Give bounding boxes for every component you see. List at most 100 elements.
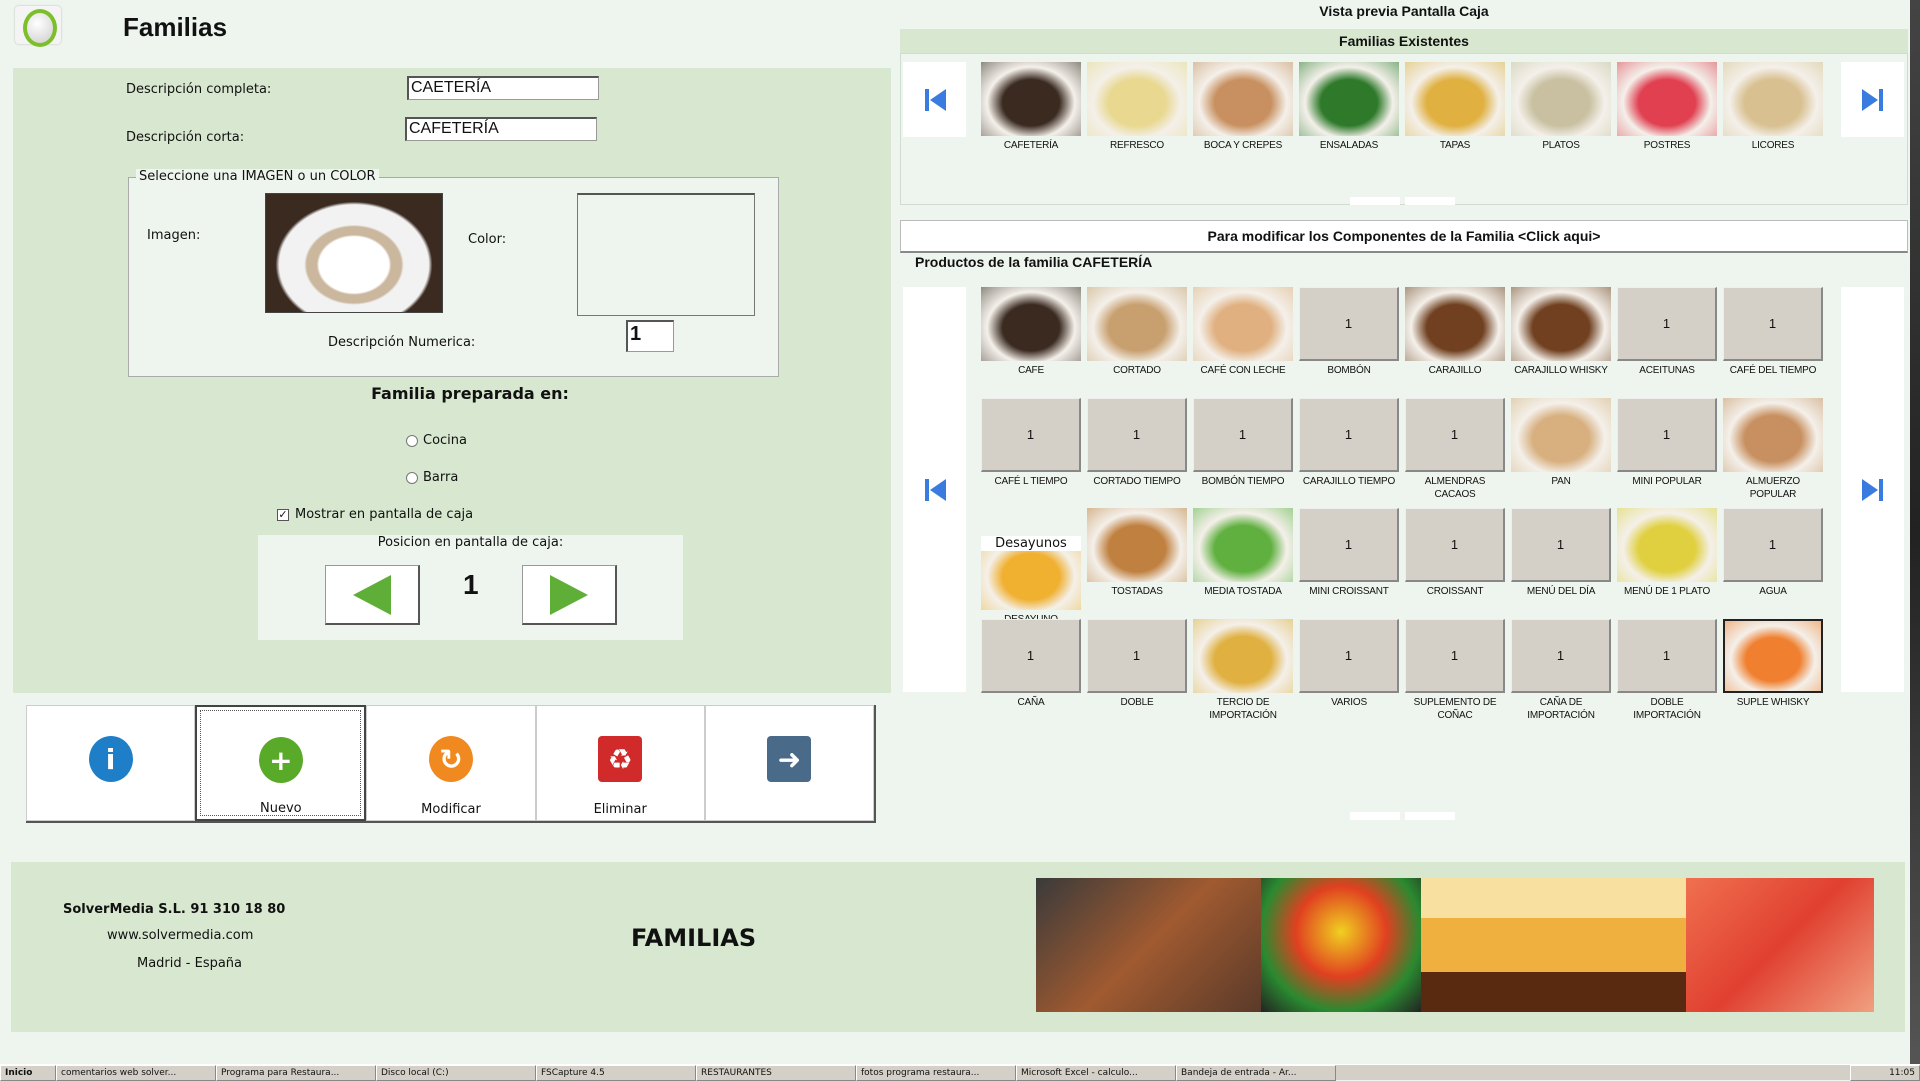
skip-last-icon <box>1861 478 1884 501</box>
producto-tile[interactable]: CAFÉ CON LECHE <box>1193 287 1293 377</box>
familias-next-button[interactable] <box>1841 62 1904 137</box>
eliminar-button[interactable]: ♻ Eliminar <box>535 705 705 821</box>
familias-prev-button[interactable] <box>903 62 966 137</box>
taskbar-item[interactable]: Microsoft Excel - calculo... <box>1016 1065 1176 1081</box>
producto-tile[interactable]: 1 MENÚ DEL DÍA <box>1511 508 1611 598</box>
radio-cocina[interactable]: Cocina <box>406 433 467 448</box>
producto-tile[interactable]: 1 ACEITUNAS <box>1617 287 1717 377</box>
tile-number: 1 <box>1344 426 1353 442</box>
info-button[interactable]: i <box>26 705 196 821</box>
producto-tile[interactable]: 1 CAÑA <box>981 618 1081 709</box>
pager-indicator[interactable] <box>1350 197 1400 205</box>
tile-number: 1 <box>1768 537 1777 552</box>
taskbar-item[interactable]: comentarios web solver... <box>56 1065 216 1081</box>
familia-tile[interactable]: BOCA Y CREPES <box>1193 62 1293 152</box>
exit-button[interactable]: ➜ <box>704 705 875 821</box>
producto-tile[interactable]: 1 CARAJILLO TIEMPO <box>1299 397 1399 488</box>
taskbar-item[interactable]: Programa para Restaura... <box>216 1065 376 1081</box>
tile-label: BOCA Y CREPES <box>1203 140 1283 151</box>
taskbar-item[interactable]: fotos programa restaura... <box>856 1065 1016 1081</box>
taskbar-item[interactable]: RESTAURANTES <box>696 1065 856 1081</box>
family-color-picker[interactable] <box>577 193 755 316</box>
taskbar-item[interactable]: FSCapture 4.5 <box>536 1065 696 1081</box>
mostrar-checkbox[interactable]: ✓ Mostrar en pantalla de caja <box>277 507 473 522</box>
position-left-button[interactable] <box>325 565 420 625</box>
producto-tile[interactable]: 1 DOBLE IMPORTACIÓN <box>1617 618 1717 722</box>
familia-tile[interactable]: TAPAS <box>1405 62 1505 152</box>
producto-tile[interactable]: 1 AGUA <box>1723 508 1823 598</box>
tile-label: BOMBÓN TIEMPO <box>1201 475 1285 487</box>
info-icon: i <box>88 736 133 782</box>
tile-placeholder: 1 <box>1617 397 1717 472</box>
producto-tile[interactable]: 1 VARIOS <box>1299 618 1399 709</box>
tile-placeholder: 1 <box>1405 618 1505 693</box>
producto-tile[interactable]: 1 CAFÉ L TIEMPO <box>981 397 1081 488</box>
producto-tile[interactable]: CARAJILLO <box>1405 287 1505 377</box>
tile-number: 1 <box>1450 537 1459 552</box>
producto-tile[interactable]: ALMUERZO POPULAR <box>1723 397 1823 501</box>
radio-circle[interactable] <box>406 434 418 447</box>
producto-tile[interactable]: 1 MINI POPULAR <box>1617 397 1717 488</box>
nuevo-button[interactable]: + Nuevo <box>195 705 367 821</box>
radio-circle[interactable] <box>406 471 418 484</box>
familia-tile[interactable]: CAFETERÍA <box>981 62 1081 152</box>
familia-tile[interactable]: PLATOS <box>1511 62 1611 152</box>
tile-image <box>1193 287 1293 361</box>
footer-web-link[interactable]: www.solvermedia.com <box>107 928 253 943</box>
producto-tile[interactable]: 1 BOMBÓN <box>1299 287 1399 377</box>
pager-indicator[interactable] <box>1405 197 1455 205</box>
tile-placeholder: 1 <box>1299 287 1399 361</box>
producto-tile[interactable]: 1 SUPLEMENTO DE COÑAC <box>1405 618 1505 722</box>
tile-label: MINI POPULAR <box>1632 475 1702 487</box>
producto-tile[interactable]: CAFE <box>981 287 1081 377</box>
producto-tile[interactable]: 1 DOBLE <box>1087 618 1187 709</box>
producto-tile[interactable]: SUPLE WHISKY <box>1723 618 1823 709</box>
start-button[interactable]: Inicio <box>0 1065 56 1081</box>
familia-tile[interactable]: LICORES <box>1723 62 1823 152</box>
productos-next-button[interactable] <box>1841 287 1904 692</box>
taskbar-item[interactable]: Bandeja de entrada - Ar... <box>1176 1065 1336 1081</box>
tile-number: 1 <box>1556 537 1565 552</box>
family-image-picker[interactable] <box>265 193 443 313</box>
pager-indicator[interactable] <box>1405 812 1455 820</box>
skip-last-icon <box>1861 88 1884 111</box>
producto-tile[interactable]: CORTADO <box>1087 287 1187 377</box>
trash-icon: ♻ <box>598 736 643 782</box>
producto-tile[interactable]: DesayunosDESAYUNO <box>981 508 1081 626</box>
producto-tile[interactable]: 1 CAÑA DE IMPORTACIÓN <box>1511 618 1611 722</box>
tile-label: ACEITUNAS <box>1639 365 1695 376</box>
producto-tile[interactable]: MEDIA TOSTADA <box>1193 508 1293 598</box>
tile-image <box>1087 508 1187 582</box>
radio-barra[interactable]: Barra <box>406 470 458 485</box>
familia-tile[interactable]: ENSALADAS <box>1299 62 1399 152</box>
producto-tile[interactable]: MENÚ DE 1 PLATO <box>1617 508 1717 598</box>
checkbox-checked-icon[interactable]: ✓ <box>277 508 289 521</box>
desc-numerica-input[interactable]: 1 <box>626 320 674 352</box>
producto-tile[interactable]: 1 CORTADO TIEMPO <box>1087 397 1187 488</box>
skip-first-icon <box>924 478 946 501</box>
productos-prev-button[interactable] <box>903 287 966 692</box>
desc-completa-input[interactable]: CAETERÍA <box>407 76 599 100</box>
familia-tile[interactable]: REFRESCO <box>1087 62 1187 152</box>
producto-tile[interactable]: TOSTADAS <box>1087 508 1187 598</box>
tile-image <box>1405 287 1505 361</box>
familia-tile[interactable]: POSTRES <box>1617 62 1717 152</box>
tile-image <box>1723 397 1823 472</box>
producto-tile[interactable]: 1 MINI CROISSANT <box>1299 508 1399 598</box>
producto-tile[interactable]: PAN <box>1511 397 1611 488</box>
position-right-button[interactable] <box>522 565 617 625</box>
producto-tile[interactable]: 1 CAFÉ DEL TIEMPO <box>1723 287 1823 377</box>
producto-tile[interactable]: 1 ALMENDRAS CACAOS <box>1405 397 1505 501</box>
desc-corta-input[interactable]: CAFETERÍA <box>405 117 597 141</box>
producto-tile[interactable]: 1 CROISSANT <box>1405 508 1505 598</box>
tile-placeholder: 1 <box>1299 397 1399 472</box>
taskbar-item[interactable]: Disco local (C:) <box>376 1065 536 1081</box>
position-value: 1 <box>463 569 479 600</box>
producto-tile[interactable]: CARAJILLO WHISKY <box>1511 287 1611 377</box>
pager-indicator[interactable] <box>1350 812 1400 820</box>
tile-placeholder: 1 <box>981 618 1081 693</box>
producto-tile[interactable]: 1 BOMBÓN TIEMPO <box>1193 397 1293 488</box>
modificar-button[interactable]: ↻ Modificar <box>366 705 536 821</box>
producto-tile[interactable]: TERCIO DE IMPORTACIÓN <box>1193 618 1293 722</box>
modify-components-button[interactable]: Para modificar los Componentes de la Fam… <box>900 220 1908 253</box>
